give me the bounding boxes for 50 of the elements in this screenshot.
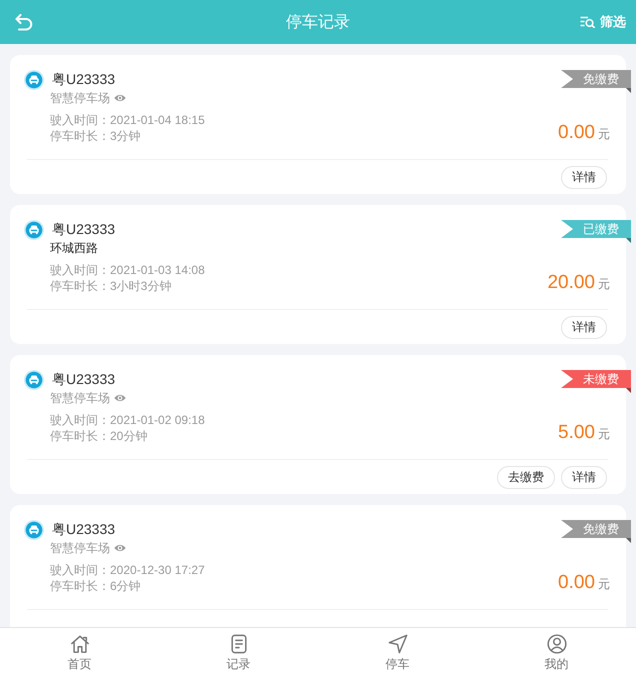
- tab-item[interactable]: 停车: [368, 628, 428, 676]
- home-icon: [70, 634, 90, 654]
- document-icon: [228, 634, 248, 654]
- parking-duration: 停车时长：3小时3分钟: [50, 278, 172, 294]
- eye-icon[interactable]: [114, 394, 126, 402]
- car-icon: [24, 370, 44, 390]
- entry-time: 驶入时间：2021-01-03 14:08: [50, 262, 205, 278]
- currency-unit: 元: [598, 426, 610, 443]
- action-button[interactable]: 详情: [561, 316, 607, 339]
- car-icon: [24, 70, 44, 90]
- parking-duration: 停车时长：3分钟: [50, 128, 142, 144]
- amount-value: 5.00: [558, 422, 595, 444]
- currency-unit: 元: [598, 276, 610, 293]
- car-icon: [24, 220, 44, 240]
- parking-duration: 停车时长：20分钟: [50, 428, 148, 444]
- plate-number: 粤U23333: [52, 521, 116, 539]
- parking-location: 环城西路: [50, 240, 98, 256]
- user-icon: [546, 634, 566, 654]
- status-tag: 已缴费: [561, 220, 631, 243]
- action-button[interactable]: 详情: [561, 166, 607, 189]
- tab-item[interactable]: 我的: [526, 628, 586, 676]
- parking-duration: 停车时长：6分钟: [50, 578, 142, 594]
- action-button[interactable]: 去缴费: [497, 466, 555, 489]
- plate-number: 粤U23333: [52, 221, 116, 239]
- parking-location: 智慧停车场: [50, 390, 110, 406]
- entry-time: 驶入时间：2021-01-02 09:18: [50, 412, 205, 428]
- action-button[interactable]: 详情: [561, 466, 607, 489]
- amount-value: 20.00: [547, 272, 595, 294]
- filter-icon: [580, 16, 595, 28]
- parking-location: 智慧停车场: [50, 540, 110, 556]
- status-tag: 免缴费: [561, 520, 631, 543]
- currency-unit: 元: [598, 126, 610, 143]
- page-title: 停车记录: [286, 12, 350, 32]
- eye-icon[interactable]: [114, 544, 126, 552]
- amount-value: 0.00: [558, 122, 595, 144]
- back-icon[interactable]: [15, 14, 33, 30]
- parking-location: 智慧停车场: [50, 90, 110, 106]
- tab-item[interactable]: 记录: [208, 628, 268, 676]
- status-tag: 未缴费: [561, 370, 631, 393]
- car-icon: [24, 520, 44, 540]
- plate-number: 粤U23333: [52, 71, 116, 89]
- amount-value: 0.00: [558, 572, 595, 594]
- currency-unit: 元: [598, 576, 610, 593]
- navigation-arrow-icon: [388, 634, 408, 654]
- tab-item[interactable]: 首页: [50, 628, 110, 676]
- eye-icon[interactable]: [114, 94, 126, 102]
- status-tag: 免缴费: [561, 70, 631, 93]
- entry-time: 驶入时间：2020-12-30 17:27: [50, 562, 205, 578]
- entry-time: 驶入时间：2021-01-04 18:15: [50, 112, 205, 128]
- plate-number: 粤U23333: [52, 371, 116, 389]
